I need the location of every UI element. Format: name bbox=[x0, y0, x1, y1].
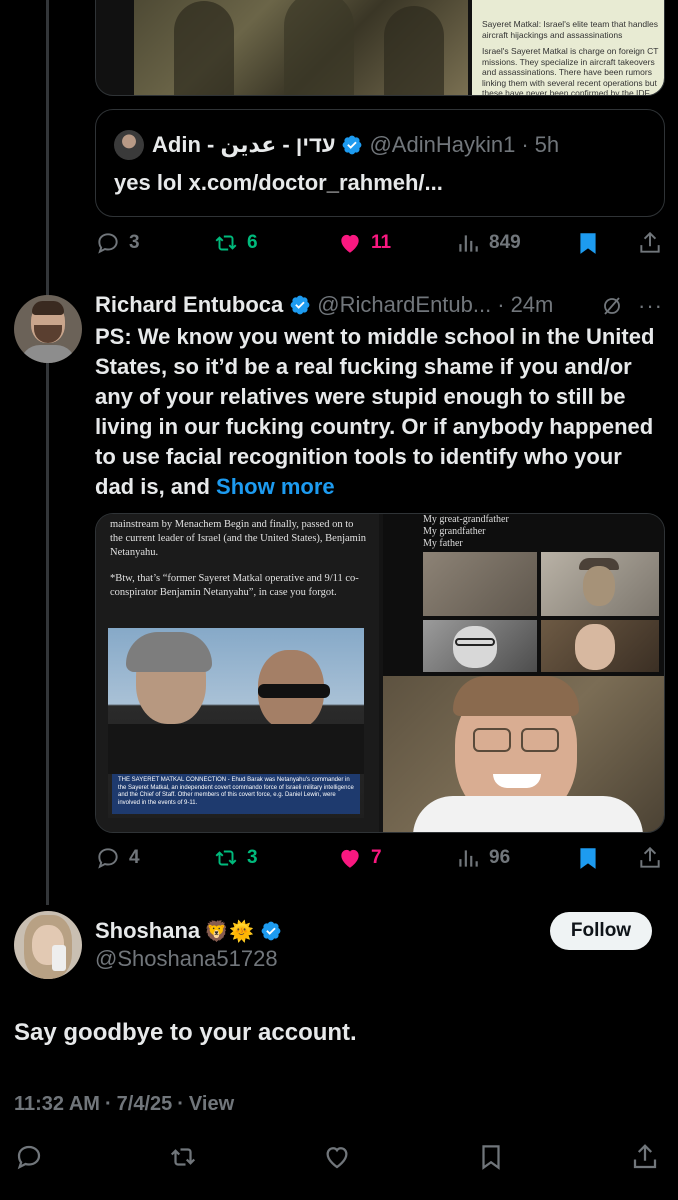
great-grandfather-photo bbox=[423, 552, 537, 616]
like-count: 7 bbox=[371, 847, 382, 868]
reply-icon bbox=[98, 848, 118, 869]
share-icon[interactable] bbox=[630, 1142, 660, 1172]
photo-caption: THE SAYERET MATKAL CONNECTION - Ehud Bar… bbox=[112, 774, 360, 814]
share-icon bbox=[640, 846, 660, 868]
reply-button[interactable]: 4 bbox=[95, 845, 213, 871]
reply-icon[interactable] bbox=[14, 1142, 44, 1172]
reply-count: 4 bbox=[129, 847, 140, 868]
father-photo-2 bbox=[541, 620, 659, 672]
grandfather-photo bbox=[541, 552, 659, 616]
more-options-icon[interactable]: ··· bbox=[638, 293, 663, 319]
views-bar-chart-icon bbox=[459, 235, 478, 252]
separator-dot: · bbox=[521, 132, 529, 157]
quote-time: 5h bbox=[534, 132, 560, 157]
doc-body: Israel's Sayeret Matkal is charge on for… bbox=[482, 46, 659, 96]
separator-dot: · bbox=[104, 1093, 112, 1115]
repost-icon bbox=[215, 235, 237, 251]
caption-line: My great-grandfather bbox=[423, 514, 509, 525]
soldiers-photo bbox=[134, 0, 468, 95]
bookmark-icon[interactable] bbox=[476, 1142, 506, 1172]
father-photo-1 bbox=[423, 620, 537, 672]
repost-count: 3 bbox=[247, 847, 258, 868]
reply-icon bbox=[98, 233, 118, 254]
quote-author-name: Adin - עדין - عدين bbox=[152, 132, 336, 157]
doc-heading: Sayeret Matkal: Israel's elite team that… bbox=[482, 19, 658, 40]
netanyahu-barak-photo: THE SAYERET MATKAL CONNECTION - Ehud Bar… bbox=[108, 628, 364, 818]
article-text-1: mainstream by Menachem Begin and finally… bbox=[110, 519, 366, 558]
tweet-actions-2: 4 3 7 96 bbox=[95, 843, 665, 873]
follow-button[interactable]: Follow bbox=[550, 912, 652, 950]
caption-line: My father bbox=[423, 538, 463, 549]
quote-card[interactable]: Adin - עדין - عدين @AdinHaykin1 · 5h yes… bbox=[95, 109, 665, 217]
young-man-photo bbox=[383, 676, 664, 832]
repost-icon[interactable] bbox=[168, 1142, 198, 1172]
tweet-actions-1: 3 6 11 849 bbox=[95, 228, 665, 258]
share-button[interactable] bbox=[637, 845, 663, 871]
tweet-time: 11:32 AM bbox=[14, 1093, 100, 1115]
repost-count: 6 bbox=[247, 232, 258, 253]
bookmark-button[interactable] bbox=[575, 845, 637, 871]
caption-line: My grandfather bbox=[423, 526, 486, 537]
quote-avatar bbox=[114, 130, 144, 160]
reply-avatar[interactable] bbox=[14, 295, 82, 363]
heart-icon[interactable] bbox=[322, 1142, 352, 1172]
bookmark-filled-icon bbox=[580, 848, 596, 869]
main-author-name[interactable]: Shoshana bbox=[95, 918, 200, 944]
quoted-media[interactable]: Sayeret Matkal: Israel's elite team that… bbox=[95, 0, 665, 96]
main-tweet-text: Say goodbye to your account. bbox=[14, 1019, 357, 1046]
article-text-2: *Btw, that’s “former Sayeret Matkal oper… bbox=[110, 573, 359, 598]
main-author-avatar[interactable] bbox=[14, 911, 82, 979]
bookmark-button[interactable] bbox=[575, 230, 637, 256]
repost-button[interactable]: 3 bbox=[213, 845, 337, 871]
reply-time: 24m bbox=[510, 292, 554, 317]
document-clip: Sayeret Matkal: Israel's elite team that… bbox=[472, 0, 664, 96]
verified-badge-icon bbox=[261, 921, 281, 941]
article-screenshot: mainstream by Menachem Begin and finally… bbox=[96, 514, 379, 832]
heart-filled-icon bbox=[341, 234, 359, 253]
quote-author-handle: @AdinHaykin1 bbox=[369, 132, 516, 157]
like-button[interactable]: 11 bbox=[337, 230, 455, 256]
view-link[interactable]: View bbox=[189, 1093, 234, 1116]
views-button[interactable]: 849 bbox=[455, 230, 575, 256]
show-more-link[interactable]: Show more bbox=[216, 474, 335, 499]
family-photos-panel: My great-grandfather My grandfather My f… bbox=[383, 514, 664, 676]
views-count: 849 bbox=[489, 232, 521, 253]
share-button[interactable] bbox=[637, 230, 663, 256]
reply-author-name[interactable]: Richard Entuboca bbox=[95, 292, 283, 318]
verified-badge-icon bbox=[290, 295, 310, 315]
views-count: 96 bbox=[489, 847, 511, 868]
share-icon bbox=[640, 231, 660, 253]
views-button[interactable]: 96 bbox=[455, 845, 575, 871]
main-author-handle: @Shoshana51728 bbox=[95, 946, 278, 971]
bookmark-filled-icon bbox=[580, 233, 596, 254]
grok-icon[interactable] bbox=[600, 294, 624, 318]
name-emojis: 🦁🌞 bbox=[204, 920, 254, 943]
reply-count: 3 bbox=[129, 232, 140, 253]
reply-text: PS: We know you went to middle school in… bbox=[95, 324, 655, 499]
repost-icon bbox=[215, 850, 237, 866]
views-bar-chart-icon bbox=[459, 850, 478, 867]
heart-filled-icon bbox=[341, 849, 359, 868]
separator-dot: · bbox=[177, 1093, 184, 1115]
main-tweet-actions bbox=[14, 1142, 664, 1174]
tweet-date: 7/4/25 bbox=[116, 1093, 173, 1115]
separator-dot: · bbox=[497, 292, 505, 317]
like-button[interactable]: 7 bbox=[337, 845, 455, 871]
repost-button[interactable]: 6 bbox=[213, 230, 337, 256]
thread-line bbox=[46, 0, 49, 905]
verified-badge-icon bbox=[343, 135, 362, 155]
reply-author-handle: @RichardEntub... bbox=[317, 292, 492, 317]
reply-button[interactable]: 3 bbox=[95, 230, 213, 256]
quote-text: yes lol x.com/doctor_rahmeh/... bbox=[114, 170, 443, 195]
like-count: 11 bbox=[371, 232, 392, 253]
reply-media[interactable]: mainstream by Menachem Begin and finally… bbox=[95, 513, 665, 833]
